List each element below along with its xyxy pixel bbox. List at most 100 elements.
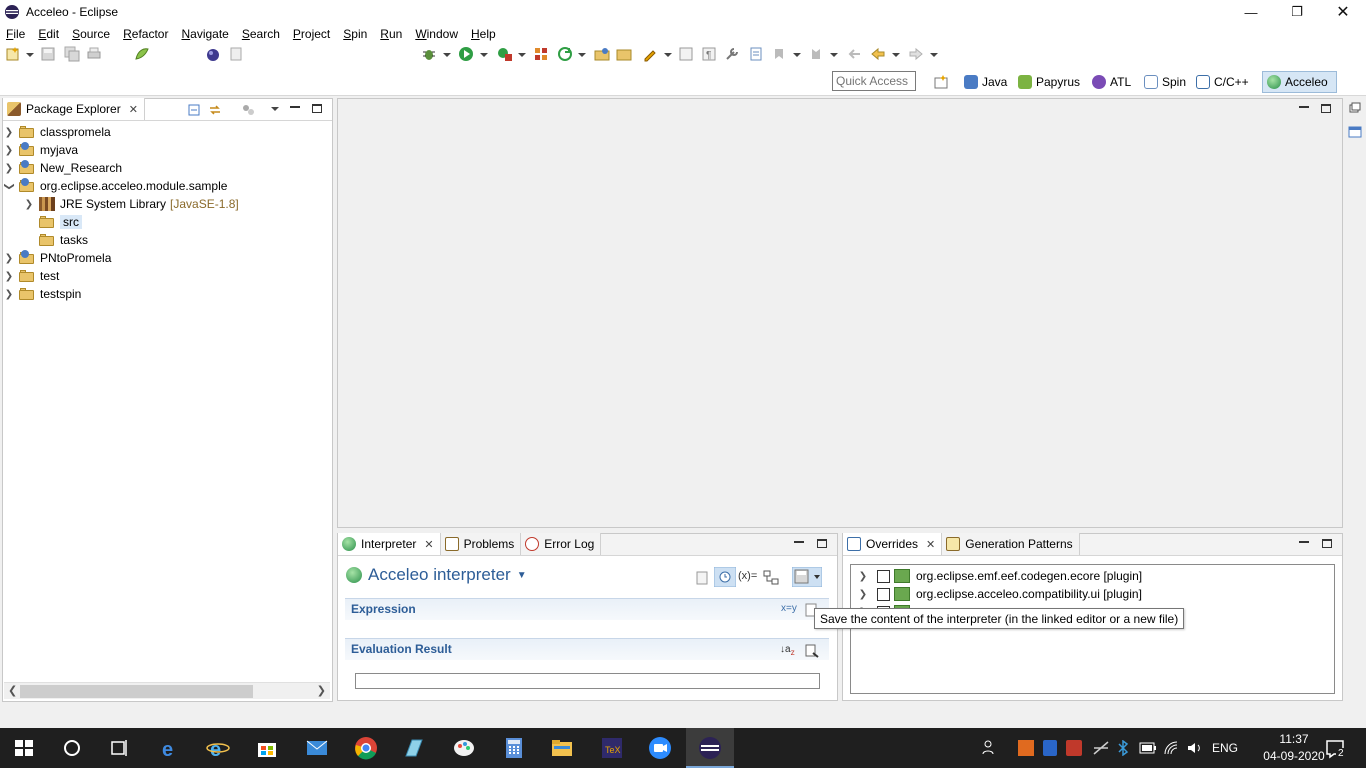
windows-start-icon[interactable] bbox=[12, 736, 36, 760]
refresh-icon[interactable] bbox=[557, 46, 573, 62]
tree-item-new-research[interactable]: ❯ New_Research bbox=[3, 159, 122, 177]
open-type-icon[interactable] bbox=[594, 46, 610, 62]
realtime-toggle-icon[interactable] bbox=[714, 567, 736, 587]
scroll-right-icon[interactable]: ❯ bbox=[317, 684, 326, 697]
list-item[interactable]: ❯ org.eclipse.acceleo.compatibility.ui [… bbox=[857, 585, 1142, 603]
maximize-view-icon[interactable] bbox=[817, 539, 827, 548]
tab-package-explorer[interactable]: Package Explorer ✕ bbox=[3, 98, 145, 120]
perspective-spin[interactable]: Spin bbox=[1144, 72, 1186, 92]
tab-error-log[interactable]: Error Log bbox=[521, 533, 602, 555]
sort-az-icon[interactable]: ↓az bbox=[780, 644, 795, 657]
chrome-icon[interactable] bbox=[354, 736, 378, 760]
volume-icon[interactable] bbox=[1186, 740, 1204, 756]
run-icon[interactable] bbox=[458, 46, 474, 62]
people-icon[interactable] bbox=[980, 738, 1000, 758]
chevron-right-icon[interactable]: ❯ bbox=[23, 199, 35, 210]
paint-icon[interactable] bbox=[452, 736, 476, 760]
task-view-icon[interactable] bbox=[108, 736, 132, 760]
perspective-atl[interactable]: ATL bbox=[1092, 72, 1131, 92]
debug-dropdown-arrow[interactable] bbox=[443, 53, 451, 57]
minimize-button[interactable]: — bbox=[1228, 0, 1274, 24]
scroll-left-icon[interactable]: ❮ bbox=[8, 684, 17, 697]
collapse-all-icon[interactable] bbox=[187, 103, 201, 117]
clock-date[interactable]: 04-09-2020 bbox=[1263, 749, 1325, 763]
search-dropdown-arrow[interactable] bbox=[664, 53, 672, 57]
menu-source[interactable]: Source bbox=[66, 27, 117, 41]
zoom-icon[interactable] bbox=[648, 736, 672, 760]
tree-item-test[interactable]: ❯ test bbox=[3, 267, 60, 285]
network-disconnected-icon[interactable] bbox=[1092, 740, 1110, 756]
security-shield-icon[interactable] bbox=[1043, 740, 1057, 756]
close-window-button[interactable]: ✕ bbox=[1320, 0, 1366, 24]
clock-time[interactable]: 11:37 bbox=[1263, 732, 1325, 746]
tree-item-src[interactable]: src bbox=[35, 213, 82, 231]
next-annotation-dropdown-arrow[interactable] bbox=[793, 53, 801, 57]
new-dropdown-arrow[interactable] bbox=[26, 53, 34, 57]
maximize-view-icon[interactable] bbox=[312, 104, 322, 113]
print-preview-icon[interactable] bbox=[228, 46, 244, 62]
tree-item-tasks[interactable]: tasks bbox=[35, 231, 88, 249]
wrench-icon[interactable] bbox=[724, 46, 740, 62]
next-annotation-icon[interactable] bbox=[771, 46, 787, 62]
prev-annotation-icon[interactable] bbox=[808, 46, 824, 62]
list-item[interactable]: ❯ org.eclipse.emf.eef.codegen.ecore [plu… bbox=[857, 567, 1142, 585]
tab-problems[interactable]: Problems bbox=[440, 533, 522, 555]
menu-navigate[interactable]: Navigate bbox=[175, 27, 235, 41]
tree-item-testspin[interactable]: ❯ testspin bbox=[3, 285, 82, 303]
toggle-mark-icon[interactable] bbox=[678, 46, 694, 62]
tree-item-myjava[interactable]: ❯ myjava bbox=[3, 141, 78, 159]
edge-icon[interactable]: e bbox=[158, 736, 182, 760]
chevron-down-icon[interactable]: ▼ bbox=[517, 570, 527, 581]
sort-xy-icon[interactable]: x=y bbox=[781, 603, 797, 614]
menu-project[interactable]: Project bbox=[287, 27, 337, 41]
internet-explorer-icon[interactable]: e bbox=[206, 736, 230, 760]
language-indicator[interactable]: ENG bbox=[1212, 741, 1238, 755]
perspective-papyrus[interactable]: Papyrus bbox=[1018, 72, 1080, 92]
export-result-icon[interactable] bbox=[805, 644, 819, 658]
close-icon[interactable]: ✕ bbox=[926, 538, 935, 551]
print-icon[interactable] bbox=[86, 46, 102, 62]
eclipse-taskbar-icon[interactable] bbox=[698, 736, 722, 760]
chevron-right-icon[interactable]: ❯ bbox=[3, 289, 15, 300]
tab-interpreter[interactable]: Interpreter ✕ bbox=[338, 533, 441, 555]
prev-annotation-dropdown-arrow[interactable] bbox=[830, 53, 838, 57]
horizontal-scrollbar[interactable]: ❮ ❯ bbox=[4, 682, 330, 699]
save-icon[interactable] bbox=[40, 46, 56, 62]
atl-icon[interactable] bbox=[205, 46, 221, 62]
forward-dropdown-arrow[interactable] bbox=[930, 53, 938, 57]
battery-icon[interactable] bbox=[1139, 742, 1157, 754]
menu-run[interactable]: Run bbox=[374, 27, 409, 41]
link-editor-icon[interactable] bbox=[763, 570, 779, 586]
interpreter-title[interactable]: Acceleo interpreter ▼ bbox=[346, 565, 527, 585]
tray-app-icon[interactable] bbox=[1018, 740, 1034, 756]
file-explorer-icon[interactable] bbox=[550, 736, 574, 760]
calculator-icon[interactable] bbox=[502, 736, 526, 760]
restore-view-icon[interactable] bbox=[1349, 102, 1361, 114]
perspective-java[interactable]: Java bbox=[964, 72, 1007, 92]
debug-icon[interactable] bbox=[421, 46, 437, 62]
chevron-right-icon[interactable]: ❯ bbox=[3, 253, 15, 264]
build-icon[interactable] bbox=[533, 46, 549, 62]
minimize-view-icon[interactable] bbox=[794, 541, 804, 543]
open-folder-icon[interactable] bbox=[616, 46, 632, 62]
maximize-editor-icon[interactable] bbox=[1321, 104, 1331, 113]
evaluation-result-field[interactable] bbox=[355, 673, 820, 689]
document-icon[interactable] bbox=[748, 46, 764, 62]
close-icon[interactable]: ✕ bbox=[424, 538, 433, 551]
external-tools-dropdown-arrow[interactable] bbox=[518, 53, 526, 57]
variables-icon[interactable]: (x)= bbox=[738, 570, 757, 582]
app-icon[interactable] bbox=[402, 736, 426, 760]
new-wizard-icon[interactable] bbox=[5, 46, 21, 62]
tree-item-pntopromela[interactable]: ❯ PNtoPromela bbox=[3, 249, 111, 267]
tree-item-acceleo-module-sample[interactable]: ❯ org.eclipse.acceleo.module.sample bbox=[3, 177, 227, 195]
maximize-view-icon[interactable] bbox=[1322, 539, 1332, 548]
minimize-editor-icon[interactable] bbox=[1299, 106, 1309, 108]
menu-refactor[interactable]: Refactor bbox=[117, 27, 175, 41]
save-all-icon[interactable] bbox=[64, 46, 80, 62]
menu-file[interactable]: File bbox=[0, 27, 32, 41]
tree-item-classpromela[interactable]: ❯ classpromela bbox=[3, 123, 111, 141]
restore-button[interactable]: ❐ bbox=[1274, 0, 1320, 24]
search-icon[interactable] bbox=[60, 736, 84, 760]
run-dropdown-arrow[interactable] bbox=[480, 53, 488, 57]
close-icon[interactable]: ✕ bbox=[129, 103, 138, 116]
